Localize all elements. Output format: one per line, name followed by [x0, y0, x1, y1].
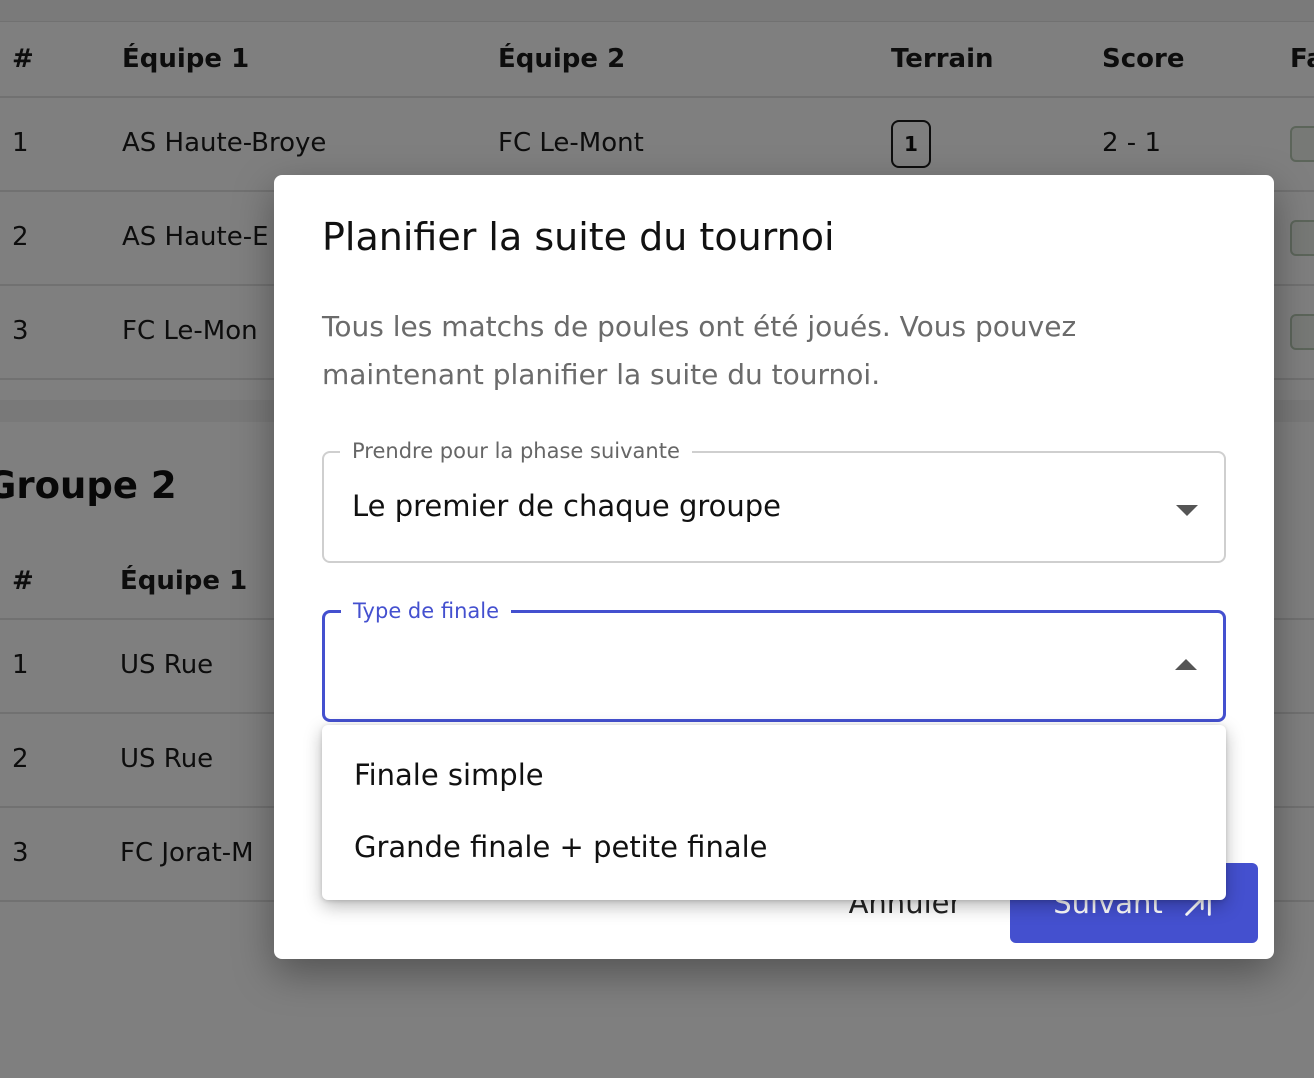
chevron-up-icon — [1175, 659, 1197, 670]
next-phase-label: Prendre pour la phase suivante — [340, 439, 692, 463]
chevron-down-icon — [1176, 505, 1198, 516]
option-grand-and-small-final[interactable]: Grande finale + petite finale — [322, 811, 1226, 883]
next-phase-select[interactable]: Prendre pour la phase suivante Le premie… — [322, 439, 1226, 563]
final-type-label: Type de finale — [341, 599, 511, 623]
dialog-title: Planifier la suite du tournoi — [322, 215, 835, 259]
option-simple-final[interactable]: Finale simple — [322, 739, 1226, 811]
final-type-select[interactable]: Type de finale — [322, 599, 1226, 722]
final-type-options-menu: Finale simple Grande finale + petite fin… — [322, 725, 1226, 900]
dialog-description: Tous les matchs de poules ont été joués.… — [322, 310, 1077, 391]
next-phase-value: Le premier de chaque groupe — [352, 489, 782, 523]
